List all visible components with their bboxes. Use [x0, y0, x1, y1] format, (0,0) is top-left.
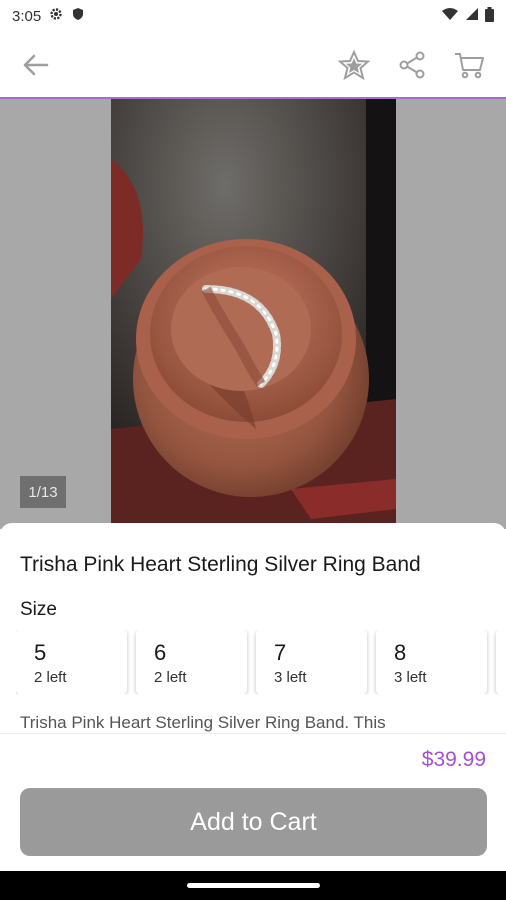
- size-label: Size: [20, 599, 57, 620]
- size-option-more[interactable]: [496, 630, 506, 694]
- size-stock: 2 left: [34, 669, 67, 686]
- cart-icon[interactable]: [452, 48, 486, 82]
- image-counter: 1/13: [20, 476, 66, 508]
- product-image-gallery[interactable]: [0, 99, 506, 529]
- size-value: 8: [394, 640, 407, 665]
- share-icon[interactable]: [395, 48, 429, 82]
- product-title: Trisha Pink Heart Sterling Silver Ring B…: [20, 553, 421, 576]
- product-price: $39.99: [421, 748, 486, 771]
- product-description: Trisha Pink Heart Sterling Silver Ring B…: [20, 713, 386, 732]
- battery-icon: [485, 6, 494, 26]
- shield-icon: [71, 7, 85, 25]
- size-value: 5: [34, 640, 47, 665]
- signal-icon: [465, 7, 479, 25]
- purchase-footer: $39.99 Add to Cart: [0, 733, 506, 872]
- size-option-7[interactable]: 7 3 left: [256, 630, 367, 694]
- gear-icon: [49, 7, 63, 25]
- product-photo: [111, 99, 396, 529]
- size-value: 6: [154, 640, 167, 665]
- status-bar: 3:05: [0, 0, 506, 32]
- status-time: 3:05: [12, 7, 42, 25]
- back-arrow-icon[interactable]: [18, 48, 52, 82]
- app-bar: [0, 32, 506, 99]
- size-value: 7: [274, 640, 287, 665]
- size-options: 5 2 left 6 2 left 7 3 left 8 3 left: [16, 630, 506, 694]
- size-stock: 2 left: [154, 669, 187, 686]
- wifi-icon: [441, 7, 459, 25]
- home-gesture-handle[interactable]: [187, 883, 320, 888]
- size-option-6[interactable]: 6 2 left: [136, 630, 247, 694]
- size-option-5[interactable]: 5 2 left: [16, 630, 127, 694]
- star-icon[interactable]: [337, 48, 371, 82]
- size-option-8[interactable]: 8 3 left: [376, 630, 487, 694]
- system-navigation-bar: [0, 871, 506, 900]
- size-stock: 3 left: [274, 669, 307, 686]
- add-to-cart-button[interactable]: Add to Cart: [20, 788, 487, 856]
- size-stock: 3 left: [394, 669, 427, 686]
